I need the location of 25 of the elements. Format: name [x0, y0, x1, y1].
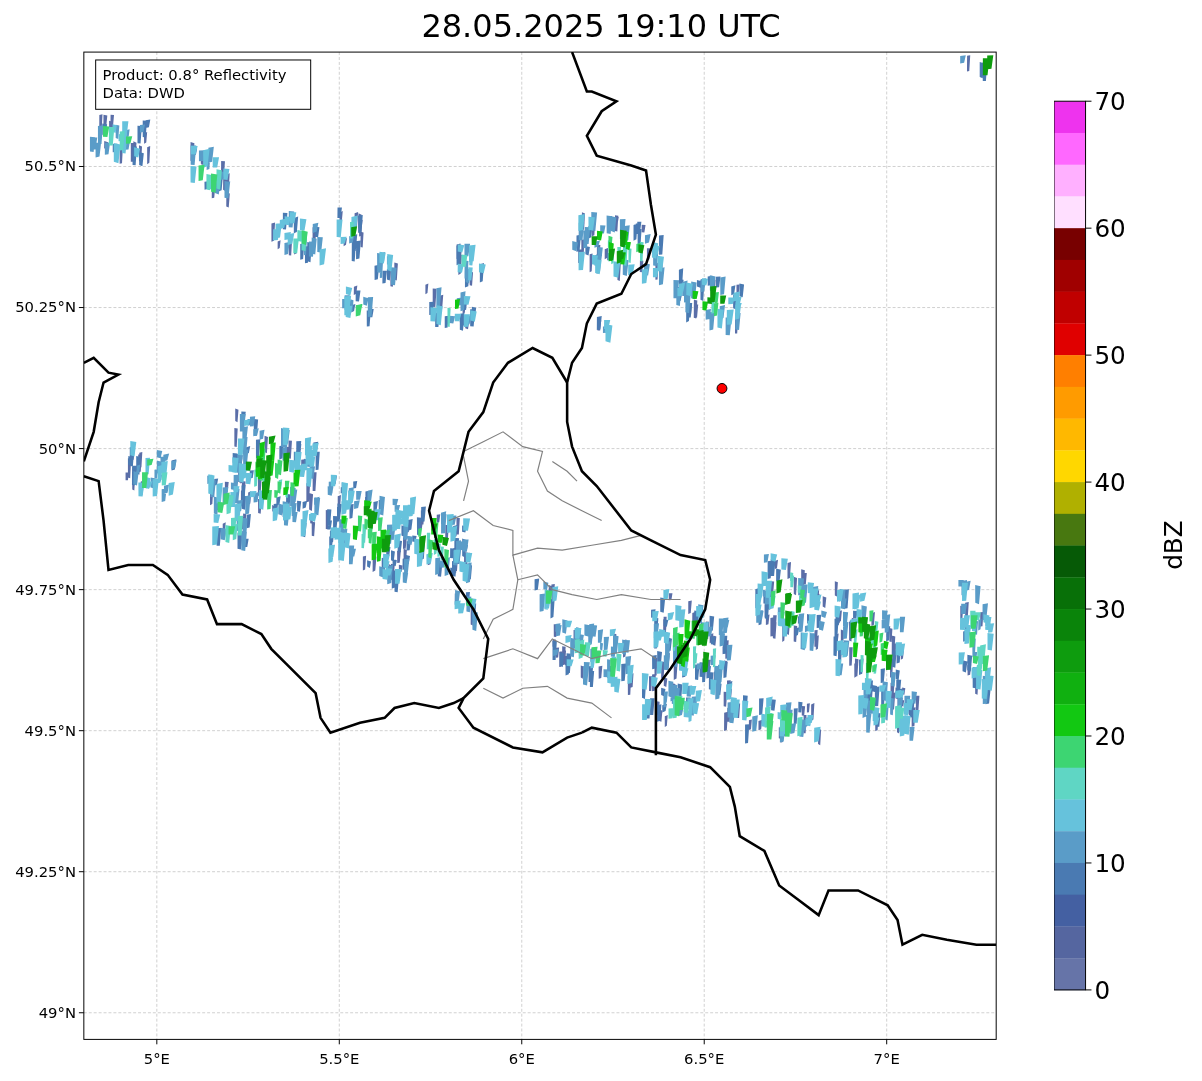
colorbar-tick-label: 60: [1094, 214, 1126, 244]
longitude-label: 6°E: [508, 1050, 535, 1068]
longitude-label: 7°E: [873, 1050, 900, 1068]
colorbar-tick-label: 20: [1094, 721, 1126, 751]
colorbar-tick-label: 30: [1094, 594, 1126, 624]
longitude-label: 5.5°E: [319, 1050, 360, 1068]
colorbar-label: dBZ: [1159, 520, 1189, 570]
legend-text: Data: DWD: [102, 84, 185, 102]
colorbar-tick-label: 40: [1094, 467, 1126, 497]
colorbar-tick-label: 10: [1094, 848, 1126, 878]
latitude-label: 50.5°N: [24, 157, 76, 175]
colorbar-tick-label: 70: [1094, 87, 1126, 117]
latitude-label: 50.25°N: [15, 298, 76, 316]
latitude-label: 49.75°N: [15, 580, 76, 598]
colorbar-tick-label: 50: [1094, 341, 1126, 370]
latitude-label: 50°N: [38, 439, 76, 457]
legend-text: Product: 0.8° Reflectivity: [102, 65, 287, 83]
latitude-label: 49°N: [38, 1003, 76, 1021]
chart-title: 28.05.2025 19:10 UTC: [420, 6, 782, 45]
latitude-label: 49.5°N: [24, 721, 76, 739]
colorbar-tick-label: 0: [1094, 975, 1111, 1005]
longitude-label: 6.5°E: [684, 1050, 725, 1068]
latitude-label: 49.25°N: [15, 862, 76, 880]
longitude-label: 5°E: [143, 1050, 170, 1068]
radar-site-marker: [716, 383, 728, 394]
